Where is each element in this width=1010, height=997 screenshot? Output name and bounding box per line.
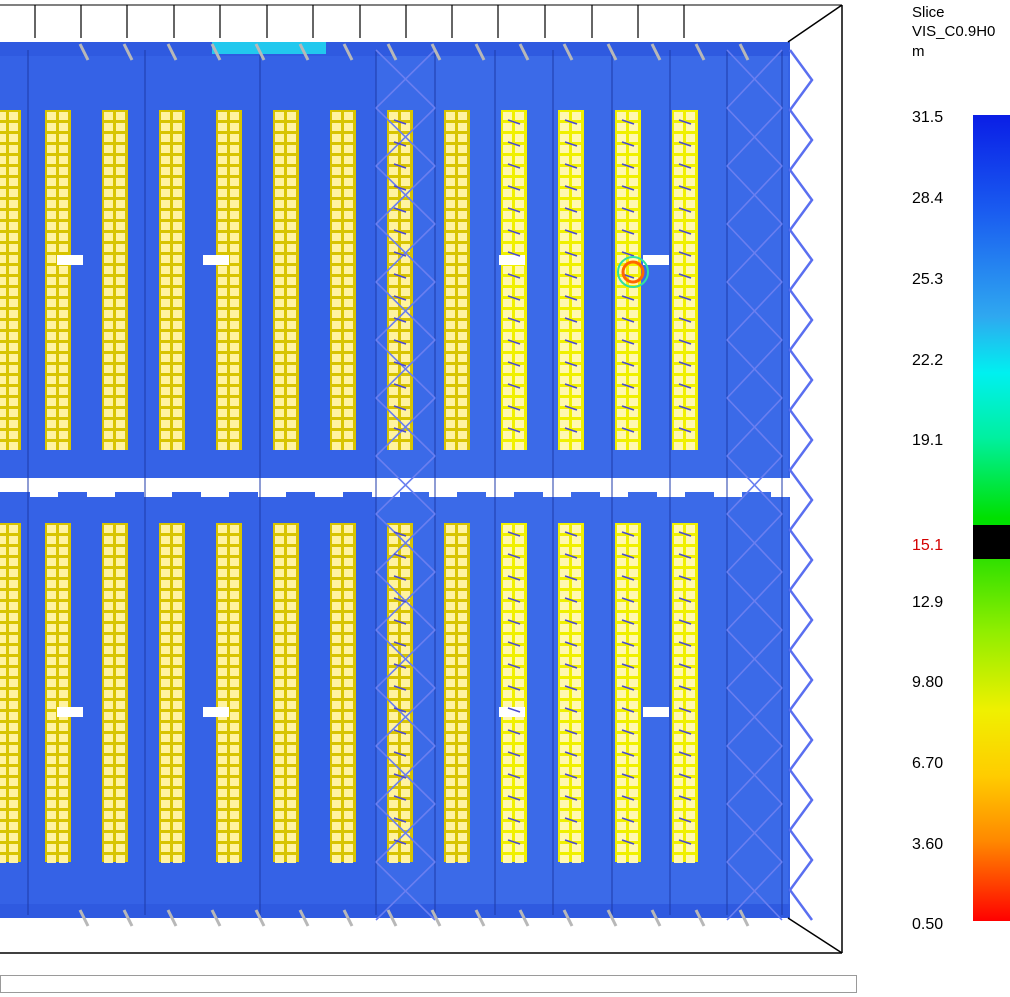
time-slider-bar[interactable] [0, 975, 857, 993]
storage-rack [216, 110, 242, 450]
colorbar-lower [973, 559, 1010, 921]
storage-rack [159, 523, 185, 863]
colorbar-tick: 0.50 [912, 916, 944, 933]
box-edge-top [787, 4, 843, 43]
storage-rack [501, 523, 527, 863]
storage-rack [387, 523, 413, 863]
aisle-marker [643, 707, 669, 717]
storage-rack [0, 110, 21, 450]
storage-rack [102, 110, 128, 450]
colorbar-tick: 25.3 [912, 271, 944, 288]
storage-rack [330, 110, 356, 450]
aisle-marker [203, 707, 229, 717]
storage-rack [558, 110, 584, 450]
storage-rack [273, 110, 299, 450]
aisle-marker [57, 707, 83, 717]
box-edge-bottom [787, 917, 843, 954]
storage-rack [444, 523, 470, 863]
aisle-notch [201, 490, 229, 497]
colorbar-tick: 28.4 [912, 190, 944, 207]
edge-bracing [788, 49, 814, 921]
aisle-marker [499, 707, 525, 717]
colorbar-quantity: VIS_C0.9H0 [912, 23, 996, 40]
aisle-notch [30, 490, 58, 497]
colorbar-tick-highlight: 15.1 [912, 537, 944, 554]
colorbar-tick: 31.5 [912, 109, 944, 126]
colorbar-tick: 6.70 [912, 755, 944, 772]
storage-rack [672, 110, 698, 450]
storage-rack [558, 523, 584, 863]
storage-rack [330, 523, 356, 863]
aisle-notch [543, 490, 571, 497]
colorbar-tick: 12.9 [912, 594, 944, 611]
colorbar-tick: 22.2 [912, 352, 944, 369]
aisle-marker [203, 255, 229, 265]
aisle-notch [87, 490, 115, 497]
colorbar-tick: 19.1 [912, 432, 944, 449]
storage-rack [0, 523, 21, 863]
storage-rack [672, 523, 698, 863]
colorbar-highlight-band [973, 525, 1010, 559]
aisle-marker [643, 255, 669, 265]
storage-rack [444, 110, 470, 450]
colorbar-tick: 9.80 [912, 674, 944, 691]
storage-rack [273, 523, 299, 863]
aisle-notch [315, 490, 343, 497]
storage-rack [45, 523, 71, 863]
aisle-notch [486, 490, 514, 497]
center-aisle [0, 478, 790, 492]
colorbar-title: Slice [912, 4, 945, 21]
aisle-notch [600, 490, 628, 497]
storage-rack [102, 523, 128, 863]
aisle-notch [144, 490, 172, 497]
top-rim [0, 42, 790, 56]
storage-rack [501, 110, 527, 450]
aisle-marker [57, 255, 83, 265]
storage-rack [159, 110, 185, 450]
aisle-notch [429, 490, 457, 497]
slice-viewport[interactable] [0, 0, 860, 960]
aisle-notch [771, 490, 799, 497]
storage-rack [45, 110, 71, 450]
bottom-rim [0, 904, 790, 918]
cyan-vent [212, 42, 326, 54]
storage-rack [387, 110, 413, 450]
storage-rack [615, 523, 641, 863]
aisle-notch [657, 490, 685, 497]
colorbar-tick: 3.60 [912, 836, 944, 853]
aisle-notch [258, 490, 286, 497]
aisle-marker [499, 255, 525, 265]
aisle-notch [714, 490, 742, 497]
colorbar-unit: m [912, 43, 925, 60]
storage-rack [216, 523, 242, 863]
slice-canvas[interactable] [0, 0, 860, 960]
